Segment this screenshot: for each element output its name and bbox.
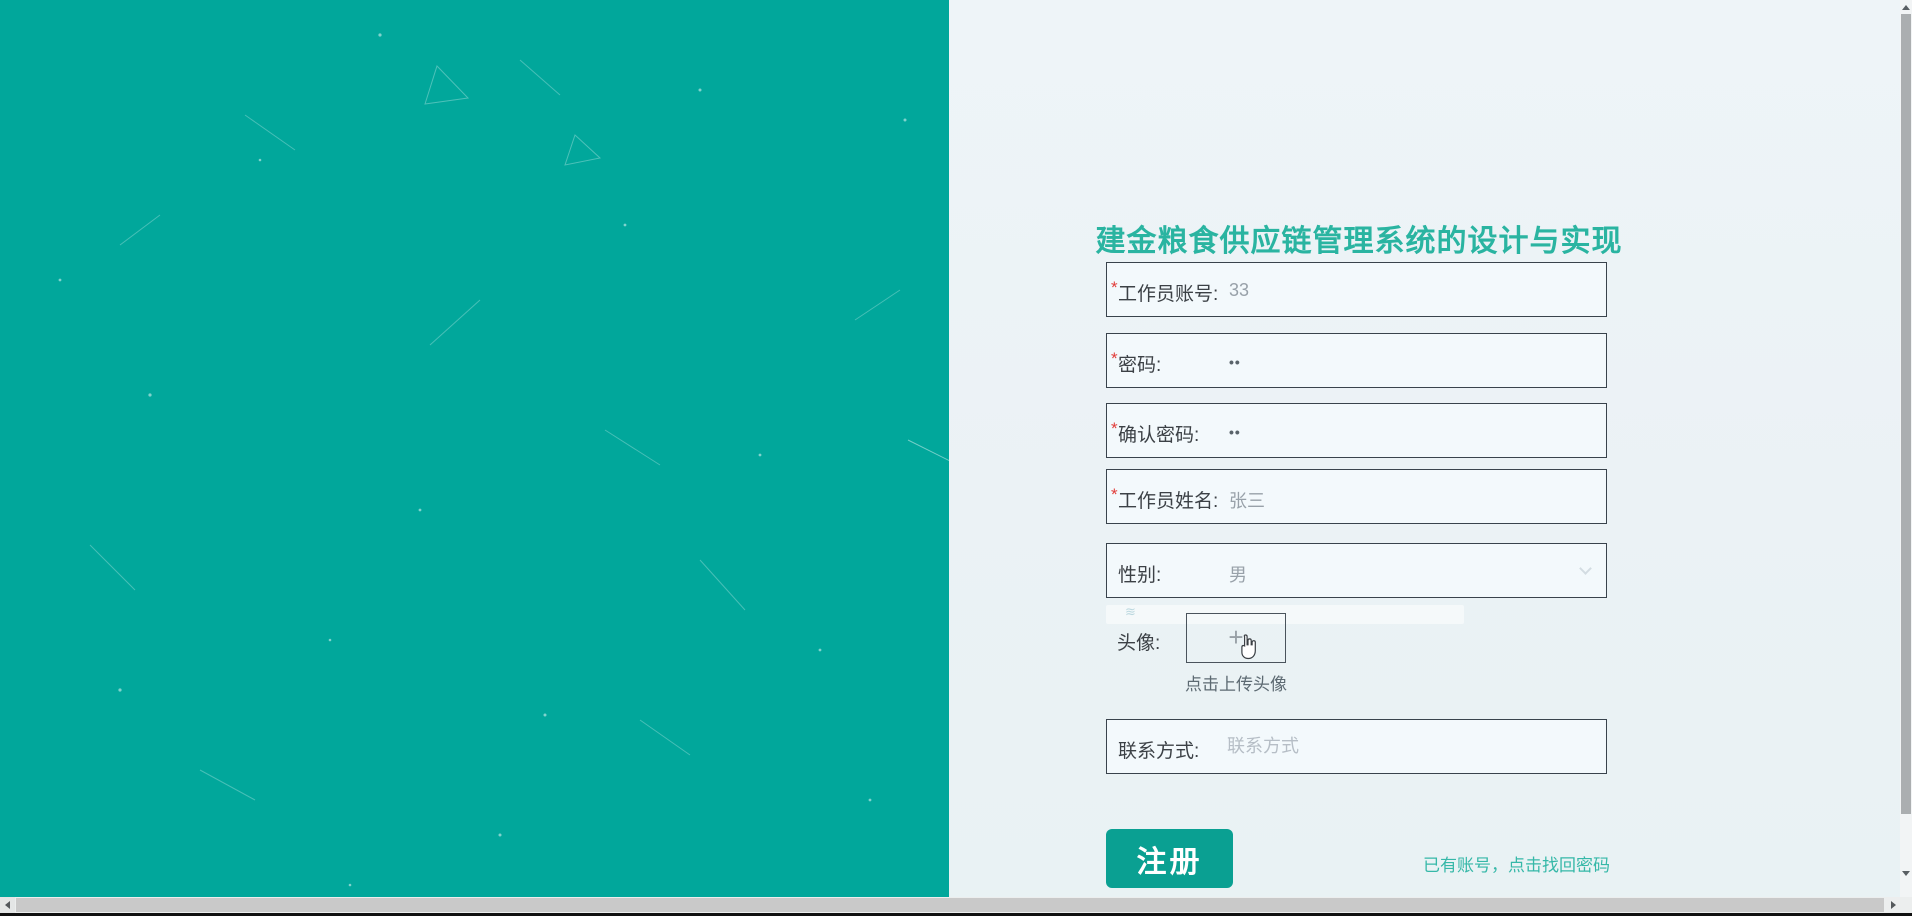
avatar-label: 头像:: [1117, 633, 1161, 654]
horizontal-scrollbar[interactable]: [0, 897, 1912, 913]
plus-icon: +: [1228, 622, 1244, 652]
contact-label: 联系方式:: [1118, 741, 1200, 762]
scroll-left-button[interactable]: [0, 897, 15, 913]
contact-field[interactable]: 联系方式:: [1106, 719, 1607, 774]
account-field[interactable]: * 工作员账号: 33: [1106, 262, 1607, 317]
avatar-upload-button[interactable]: +: [1186, 613, 1286, 663]
upload-hint-text: 点击上传头像: [1185, 675, 1287, 694]
vertical-scrollbar-thumb[interactable]: [1901, 14, 1911, 814]
name-field[interactable]: * 工作员姓名: 张三: [1106, 469, 1607, 524]
name-label: 工作员姓名:: [1118, 491, 1219, 512]
gender-label: 性别:: [1118, 565, 1162, 586]
login-recover-link[interactable]: 已有账号，点击找回密码: [1106, 851, 1610, 876]
password-field[interactable]: * 密码: ••: [1106, 333, 1607, 388]
horizontal-scrollbar-thumb[interactable]: [16, 898, 1884, 912]
gender-value: 男: [1229, 565, 1247, 585]
scroll-right-button[interactable]: [1886, 897, 1901, 913]
required-marker: *: [1111, 278, 1118, 297]
contact-input[interactable]: [1227, 721, 1587, 772]
upload-file-ghost-icon: ≋: [1125, 604, 1136, 619]
particles-graphic: [58, 33, 949, 887]
required-marker: *: [1111, 419, 1118, 438]
scroll-right-icon: [1891, 901, 1896, 909]
decorative-particles-panel: [0, 0, 949, 897]
required-marker: *: [1111, 485, 1118, 504]
name-value: 张三: [1229, 491, 1265, 511]
account-label: 工作员账号:: [1118, 284, 1219, 305]
required-marker: *: [1111, 349, 1118, 368]
password-value: ••: [1229, 354, 1241, 370]
scroll-up-icon: [1902, 4, 1910, 10]
confirm-password-field[interactable]: * 确认密码: ••: [1106, 403, 1607, 458]
scroll-down-button[interactable]: [1900, 866, 1912, 880]
scroll-down-icon: [1902, 870, 1910, 876]
password-label: 密码:: [1118, 355, 1162, 376]
chevron-down-icon: [1579, 562, 1592, 575]
scroll-left-icon: [5, 901, 10, 909]
register-panel: 建金粮食供应链管理系统的设计与实现 * 工作员账号: 33 * 密码: •• *…: [949, 0, 1900, 897]
confirm-password-value: ••: [1229, 424, 1241, 440]
cursor-pointer-icon: [1241, 634, 1256, 660]
account-value: 33: [1229, 280, 1250, 300]
page-title: 建金粮食供应链管理系统的设计与实现: [1095, 225, 1623, 258]
confirm-password-label: 确认密码:: [1118, 425, 1200, 446]
gender-select[interactable]: 性别: 男: [1106, 543, 1607, 598]
scroll-up-button[interactable]: [1900, 0, 1912, 14]
